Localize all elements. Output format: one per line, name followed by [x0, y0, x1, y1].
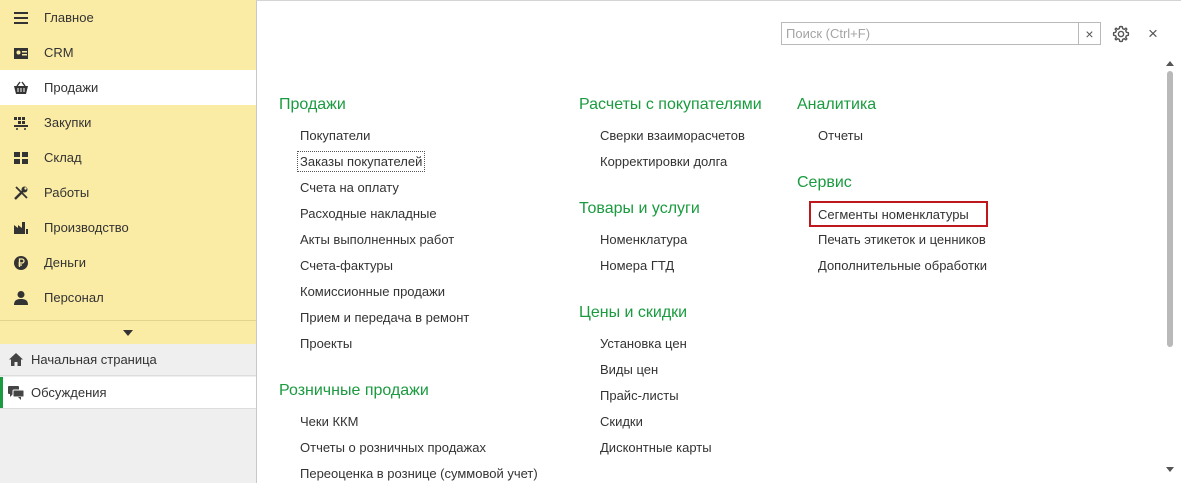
more-sections-button[interactable] [0, 320, 256, 344]
search-clear-button[interactable]: × [1078, 23, 1100, 44]
tools-icon [12, 184, 30, 202]
chevron-down-icon [123, 329, 133, 336]
link-sales-waybills[interactable]: Расходные накладные [300, 206, 437, 221]
section-nav: Главное CRM Продажи Закупки Склад Работы… [0, 0, 256, 320]
nav-item-money[interactable]: Деньги [0, 245, 256, 280]
clear-icon: × [1085, 25, 1094, 42]
nav-item-purchases[interactable]: Закупки [0, 105, 256, 140]
nav-item-production[interactable]: Производство [0, 210, 256, 245]
active-marker [0, 377, 3, 408]
group-title-customer-settlements: Расчеты с покупателями [579, 96, 762, 113]
chat-icon [8, 385, 24, 401]
nav-label: Персонал [44, 290, 104, 305]
link-projects[interactable]: Проекты [300, 336, 352, 351]
search-box: × [781, 22, 1101, 45]
group-title-retail-sales: Розничные продажи [279, 382, 429, 399]
scroll-up-arrow-icon[interactable] [1166, 61, 1174, 66]
link-debt-adjustments[interactable]: Корректировки долга [600, 154, 727, 169]
link-tax-invoices[interactable]: Счета-фактуры [300, 258, 393, 273]
link-cash-receipts[interactable]: Чеки ККМ [300, 414, 358, 429]
link-additional-processing[interactable]: Дополнительные обработки [818, 258, 987, 273]
sidebar: Главное CRM Продажи Закупки Склад Работы… [0, 0, 256, 483]
nav-label: Закупки [44, 115, 92, 130]
search-input[interactable] [782, 23, 1078, 44]
scroll-thumb[interactable] [1167, 71, 1173, 347]
nav-item-main[interactable]: Главное [0, 0, 256, 35]
group-title-prices-discounts: Цены и скидки [579, 304, 688, 321]
close-icon: × [1148, 23, 1158, 43]
group-title-service: Сервис [797, 174, 852, 191]
contacts-card-icon [12, 44, 30, 62]
home-page-label: Начальная страница [31, 352, 157, 367]
home-icon [8, 352, 24, 368]
home-page-link[interactable]: Начальная страница [0, 344, 256, 376]
cart-icon [12, 114, 30, 132]
link-nomenclature[interactable]: Номенклатура [600, 232, 687, 247]
link-discount-cards[interactable]: Дисконтные карты [600, 440, 712, 455]
link-retail-sales-reports[interactable]: Отчеты о розничных продажах [300, 440, 486, 455]
discussions-label: Обсуждения [31, 385, 107, 400]
nav-label: Производство [44, 220, 129, 235]
group-title-analytics: Аналитика [797, 96, 877, 113]
link-customer-orders[interactable]: Заказы покупателей [296, 151, 426, 172]
coin-icon [12, 254, 30, 272]
nav-label: Работы [44, 185, 90, 200]
nav-item-sales[interactable]: Продажи [0, 70, 256, 105]
nav-label: Деньги [44, 255, 86, 270]
link-work-completion-acts[interactable]: Акты выполненных работ [300, 232, 454, 247]
link-price-types[interactable]: Виды цен [600, 362, 658, 377]
link-price-setting[interactable]: Установка цен [600, 336, 687, 351]
link-customers[interactable]: Покупатели [300, 128, 370, 143]
warehouse-grid-icon [12, 149, 30, 167]
menu-icon [12, 9, 30, 27]
nav-item-warehouse[interactable]: Склад [0, 140, 256, 175]
nav-item-staff[interactable]: Персонал [0, 280, 256, 315]
close-button[interactable]: × [1145, 23, 1161, 43]
nav-label: Главное [44, 10, 94, 25]
vertical-scrollbar[interactable] [1163, 57, 1177, 481]
link-invoices-for-payment[interactable]: Счета на оплату [300, 180, 399, 195]
discussions-link[interactable]: Обсуждения [0, 377, 256, 409]
link-print-labels-price-tags[interactable]: Печать этикеток и ценников [818, 232, 986, 247]
nav-label: Продажи [44, 80, 99, 95]
settings-gear-button[interactable] [1112, 25, 1130, 43]
link-price-lists[interactable]: Прайс-листы [600, 388, 679, 403]
link-retail-revaluation[interactable]: Переоценка в рознице (суммовой учет) [300, 466, 538, 481]
link-commission-sales[interactable]: Комиссионные продажи [300, 284, 445, 299]
person-icon [12, 289, 30, 307]
link-customs-numbers[interactable]: Номера ГТД [600, 258, 674, 273]
shopping-basket-icon [12, 79, 30, 97]
nav-item-works[interactable]: Работы [0, 175, 256, 210]
nav-label: CRM [44, 45, 74, 60]
link-reports[interactable]: Отчеты [818, 128, 863, 143]
link-repair-handover[interactable]: Прием и передача в ремонт [300, 310, 469, 325]
link-nomenclature-segments[interactable]: Сегменты номенклатуры [818, 207, 969, 222]
factory-icon [12, 219, 30, 237]
group-title-sales: Продажи [279, 96, 346, 113]
link-discounts[interactable]: Скидки [600, 414, 643, 429]
group-title-goods-services: Товары и услуги [579, 200, 700, 217]
nav-label: Склад [44, 150, 82, 165]
nav-item-crm[interactable]: CRM [0, 35, 256, 70]
sales-section-panel: × × Продажи Покупатели Заказы покупателе… [256, 0, 1181, 483]
scroll-down-arrow-icon[interactable] [1166, 467, 1174, 472]
gear-icon [1112, 25, 1130, 43]
link-reconciliations[interactable]: Сверки взаиморасчетов [600, 128, 745, 143]
